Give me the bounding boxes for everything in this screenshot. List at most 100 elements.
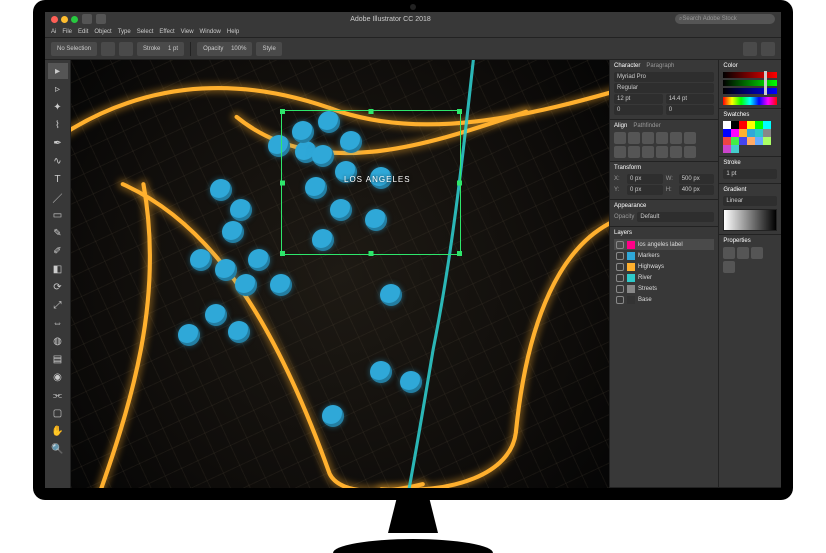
swatch[interactable] [763,121,771,129]
swatch[interactable] [747,121,755,129]
tab-stroke[interactable]: Stroke [723,160,740,166]
prop-icon-1[interactable] [723,247,735,259]
arrange-icon[interactable] [96,14,106,24]
tab-properties[interactable]: Properties [723,238,750,244]
font-family-field[interactable]: Myriad Pro [614,72,714,82]
swatch[interactable] [723,121,731,129]
kerning-field[interactable]: 0 [614,105,663,115]
hand-tool[interactable]: ✋ [48,423,68,439]
preferences-button[interactable] [761,42,775,56]
eyedropper-tool[interactable]: ◉ [48,369,68,385]
line-tool[interactable]: ／ [48,189,68,205]
font-size-field[interactable]: 12 pt [614,94,663,104]
tracking-field[interactable]: 0 [666,105,715,115]
transform-x-field[interactable]: 0 px [627,174,663,184]
tab-color[interactable]: Color [723,63,737,69]
menu-edit[interactable]: Edit [78,29,88,35]
layers-panel[interactable]: Layers los angeles labelMarkersHighwaysR… [610,227,718,488]
visibility-toggle[interactable] [616,285,624,293]
menu-type[interactable]: Type [118,29,131,35]
shape-builder-tool[interactable]: ◍ [48,333,68,349]
swatch[interactable] [747,129,755,137]
map-marker[interactable] [222,221,244,243]
swatch[interactable] [755,121,763,129]
menu-select[interactable]: Select [137,29,154,35]
swatch[interactable] [723,145,731,153]
selection-chip[interactable]: No Selection [51,42,97,56]
maximize-button[interactable] [71,16,78,23]
pathfinder-minus-icon[interactable] [656,146,668,158]
swatch[interactable] [731,121,739,129]
opacity-field[interactable]: Opacity 100% [197,42,252,56]
distribute-h-icon[interactable] [614,146,626,158]
tab-align[interactable]: Align [614,123,627,129]
zoom-tool[interactable]: 🔍 [48,441,68,457]
map-label[interactable]: LOS ANGELES [344,175,411,184]
map-marker[interactable] [380,284,402,306]
map-marker[interactable] [400,371,422,393]
transform-y-field[interactable]: 0 px [627,185,663,195]
appearance-opacity-field[interactable]: Default [637,212,714,222]
menu-help[interactable]: Help [227,29,239,35]
transform-h-field[interactable]: 400 px [679,185,715,195]
map-marker[interactable] [178,324,200,346]
align-center-icon[interactable] [628,132,640,144]
home-icon[interactable] [82,14,92,24]
layer-row[interactable]: Streets [614,283,714,294]
transform-w-field[interactable]: 500 px [679,174,715,184]
menu-view[interactable]: View [181,29,194,35]
swatch[interactable] [755,129,763,137]
tab-character[interactable]: Character [614,63,640,69]
fill-swatch[interactable] [101,42,115,56]
minimize-button[interactable] [61,16,68,23]
gradient-type-field[interactable]: Linear [723,196,777,206]
gradient-tool[interactable]: ▤ [48,351,68,367]
swatch[interactable] [739,121,747,129]
layer-row[interactable]: Markers [614,250,714,261]
gradient-ramp[interactable] [723,209,777,231]
swatch[interactable] [723,137,731,145]
distribute-v-icon[interactable] [628,146,640,158]
pathfinder-unite-icon[interactable] [642,146,654,158]
style-field[interactable]: Style [256,42,281,56]
menu-effect[interactable]: Effect [159,29,174,35]
magic-wand-tool[interactable]: ✦ [48,99,68,115]
gradient-panel[interactable]: Gradient Linear [719,184,781,235]
blend-tool[interactable]: ⫘ [48,387,68,403]
map-marker[interactable] [190,249,212,271]
align-middle-icon[interactable] [670,132,682,144]
canvas[interactable]: LOS ANGELES [71,60,609,488]
pen-tool[interactable]: ✒ [48,135,68,151]
visibility-toggle[interactable] [616,263,624,271]
swatch[interactable] [739,129,747,137]
swatches-panel[interactable]: Swatches [719,109,781,157]
rectangle-tool[interactable]: ▭ [48,207,68,223]
align-left-icon[interactable] [614,132,626,144]
swatch[interactable] [731,145,739,153]
menu-ai[interactable]: Ai [51,29,56,35]
curvature-tool[interactable]: ∿ [48,153,68,169]
scale-tool[interactable]: ⤢ [48,297,68,313]
map-marker[interactable] [248,249,270,271]
swatch[interactable] [739,137,747,145]
tab-paragraph[interactable]: Paragraph [646,63,674,69]
align-panel[interactable]: Align Pathfinder [610,120,718,162]
visibility-toggle[interactable] [616,274,624,282]
search-input[interactable]: ⌕ Search Adobe Stock [675,14,775,24]
appearance-panel[interactable]: Appearance OpacityDefault [610,200,718,227]
properties-panel[interactable]: Properties [719,235,781,488]
align-right-icon[interactable] [642,132,654,144]
swatch[interactable] [763,129,771,137]
align-bottom-icon[interactable] [684,132,696,144]
type-tool[interactable]: T [48,171,68,187]
map-marker[interactable] [228,321,250,343]
menu-file[interactable]: File [62,29,72,35]
transform-panel[interactable]: Transform X:0 pxW:500 px Y:0 pxH:400 px [610,162,718,200]
eraser-tool[interactable]: ◧ [48,261,68,277]
tab-layers[interactable]: Layers [614,230,632,236]
swatch[interactable] [763,137,771,145]
color-r-slider[interactable] [723,72,777,78]
width-tool[interactable]: ⇔ [48,315,68,331]
align-top-icon[interactable] [656,132,668,144]
prop-icon-2[interactable] [737,247,749,259]
